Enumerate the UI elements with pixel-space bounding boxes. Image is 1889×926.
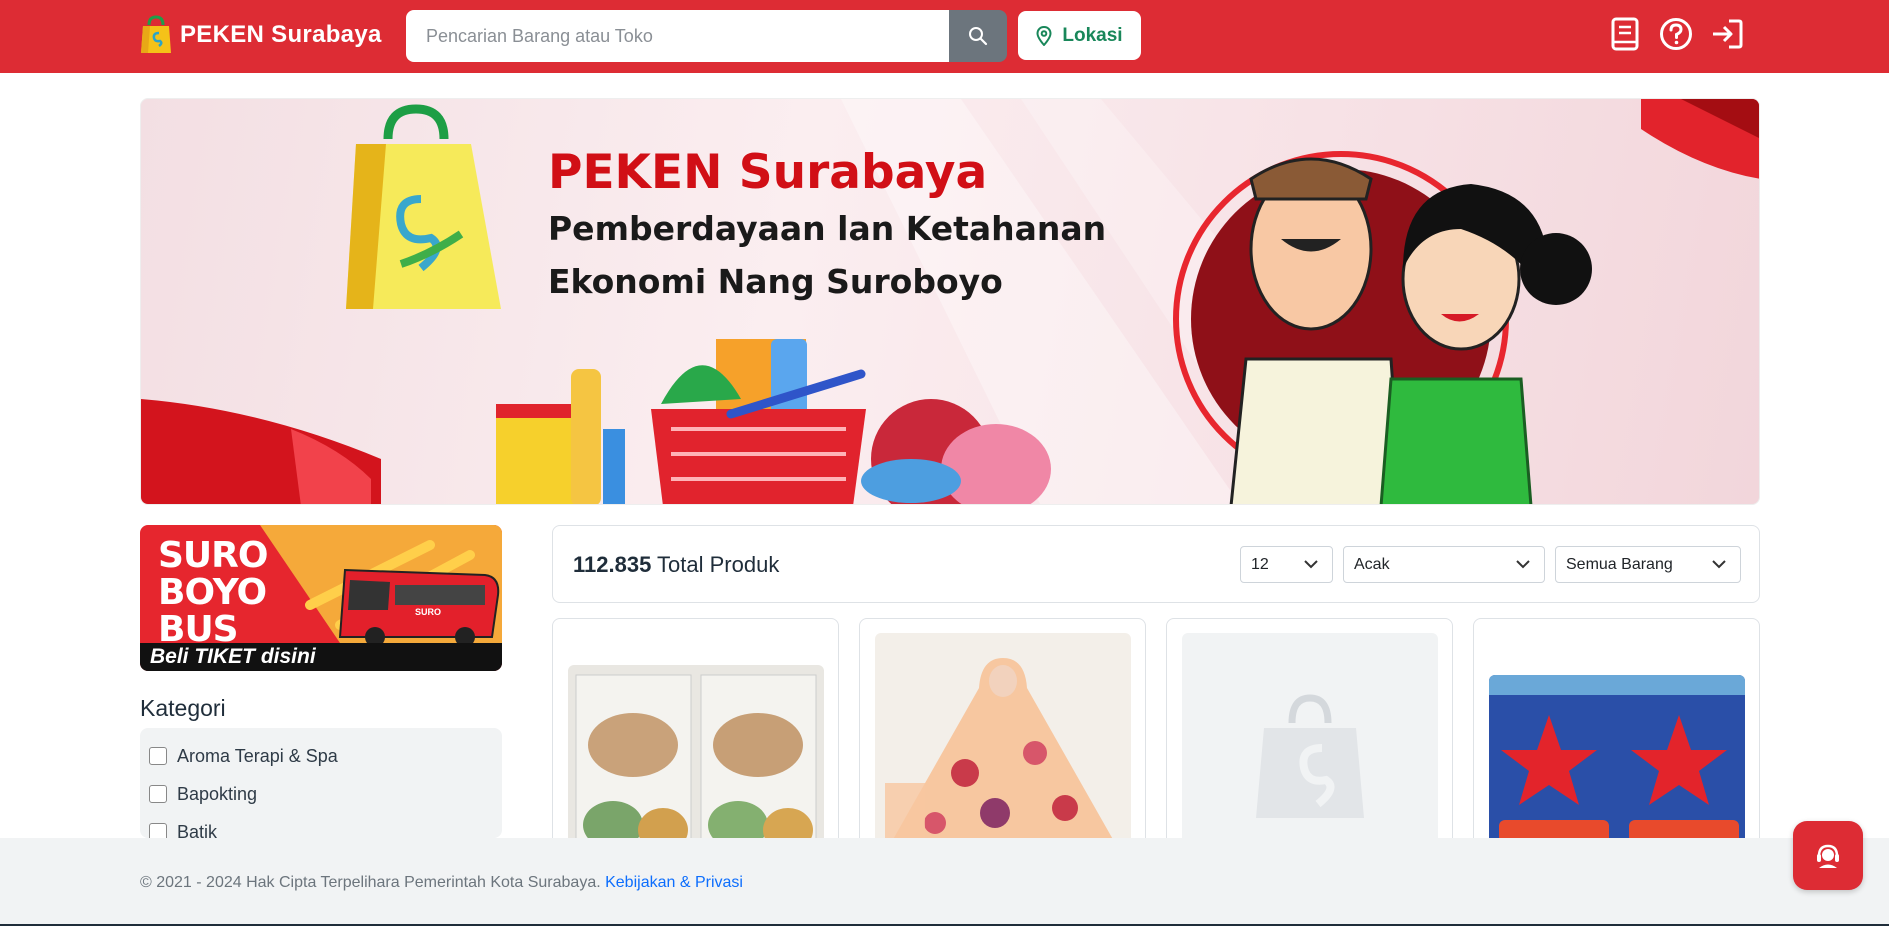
map-pin-icon: [1036, 25, 1052, 46]
login-icon[interactable]: [1710, 14, 1744, 54]
placeholder-bag-image[interactable]: [1182, 633, 1438, 847]
support-chat-button[interactable]: [1793, 821, 1863, 890]
book-icon[interactable]: [1608, 14, 1642, 54]
nav-icon-group: [1608, 14, 1744, 54]
promo-cta-text[interactable]: Beli TIKET disini: [150, 645, 316, 669]
product-card[interactable]: [552, 618, 839, 848]
suroboyo-bus-logo: SURO BOYO BUS: [158, 535, 268, 650]
chevron-down-icon: [1516, 560, 1530, 569]
banner-subtitle-line1: Pemberdayaan lan Ketahanan: [548, 209, 1107, 248]
total-count: 112.835: [573, 552, 652, 577]
sort-select[interactable]: Acak: [1343, 546, 1545, 583]
banner-subtitle-line2: Ekonomi Nang Suroboyo: [548, 262, 1003, 301]
product-card[interactable]: [1166, 618, 1453, 848]
search-input[interactable]: [406, 10, 949, 62]
privacy-policy-link[interactable]: Kebijakan & Privasi: [605, 874, 743, 891]
bus-livery-text: SURO: [415, 607, 442, 617]
shopping-bag-icon: [140, 15, 172, 55]
category-item[interactable]: Bapokting: [140, 775, 502, 813]
category-checkbox[interactable]: [149, 785, 167, 803]
sort-value: Acak: [1354, 555, 1390, 573]
product-card[interactable]: [859, 618, 1146, 848]
gamis-dress-image[interactable]: [875, 633, 1131, 847]
category-label: Bapokting: [177, 783, 258, 804]
category-list: Aroma Terapi & Spa Bapokting Batik: [140, 728, 502, 842]
total-products: 112.835 Total Produk: [573, 552, 779, 578]
filter-value: Semua Barang: [1566, 555, 1673, 573]
top-navbar: PEKEN Surabaya Lokasi: [0, 0, 1889, 73]
banner-title: PEKEN Surabaya: [548, 145, 988, 200]
products-header: 112.835 Total Produk 12 Acak Semua Baran…: [552, 525, 1760, 603]
location-button[interactable]: Lokasi: [1018, 11, 1141, 60]
brand-logo[interactable]: PEKEN Surabaya: [140, 15, 382, 55]
per-page-value: 12: [1251, 555, 1269, 573]
total-label: Total Produk: [657, 552, 780, 577]
arek-star-snack-image[interactable]: [1489, 675, 1745, 847]
food-boxes-image[interactable]: [568, 665, 824, 847]
hero-banner[interactable]: PEKEN Surabaya Pemberdayaan lan Ketahana…: [140, 98, 1760, 505]
suroboyo-bus-promo[interactable]: SURO BOYO BUS SURO Beli TIKET disini: [140, 525, 502, 671]
search-icon: [969, 27, 988, 46]
chevron-down-icon: [1304, 560, 1318, 569]
page-footer: © 2021 - 2024 Hak Cipta Terpelihara Peme…: [0, 838, 1889, 926]
search-bar: [406, 10, 1007, 62]
per-page-select[interactable]: 12: [1240, 546, 1333, 583]
search-button[interactable]: [949, 10, 1007, 62]
filter-select[interactable]: Semua Barang: [1555, 546, 1741, 583]
category-heading: Kategori: [140, 695, 226, 721]
category-item[interactable]: Aroma Terapi & Spa: [140, 737, 502, 775]
product-card[interactable]: [1473, 618, 1760, 848]
category-label: Aroma Terapi & Spa: [177, 745, 338, 766]
chevron-down-icon: [1712, 560, 1726, 569]
category-checkbox[interactable]: [149, 747, 167, 765]
support-agent-icon: [1817, 844, 1839, 868]
brand-name: PEKEN Surabaya: [180, 21, 382, 48]
location-label: Lokasi: [1062, 24, 1123, 46]
help-icon[interactable]: [1659, 14, 1693, 54]
footer-copyright: © 2021 - 2024 Hak Cipta Terpelihara Peme…: [140, 874, 743, 891]
